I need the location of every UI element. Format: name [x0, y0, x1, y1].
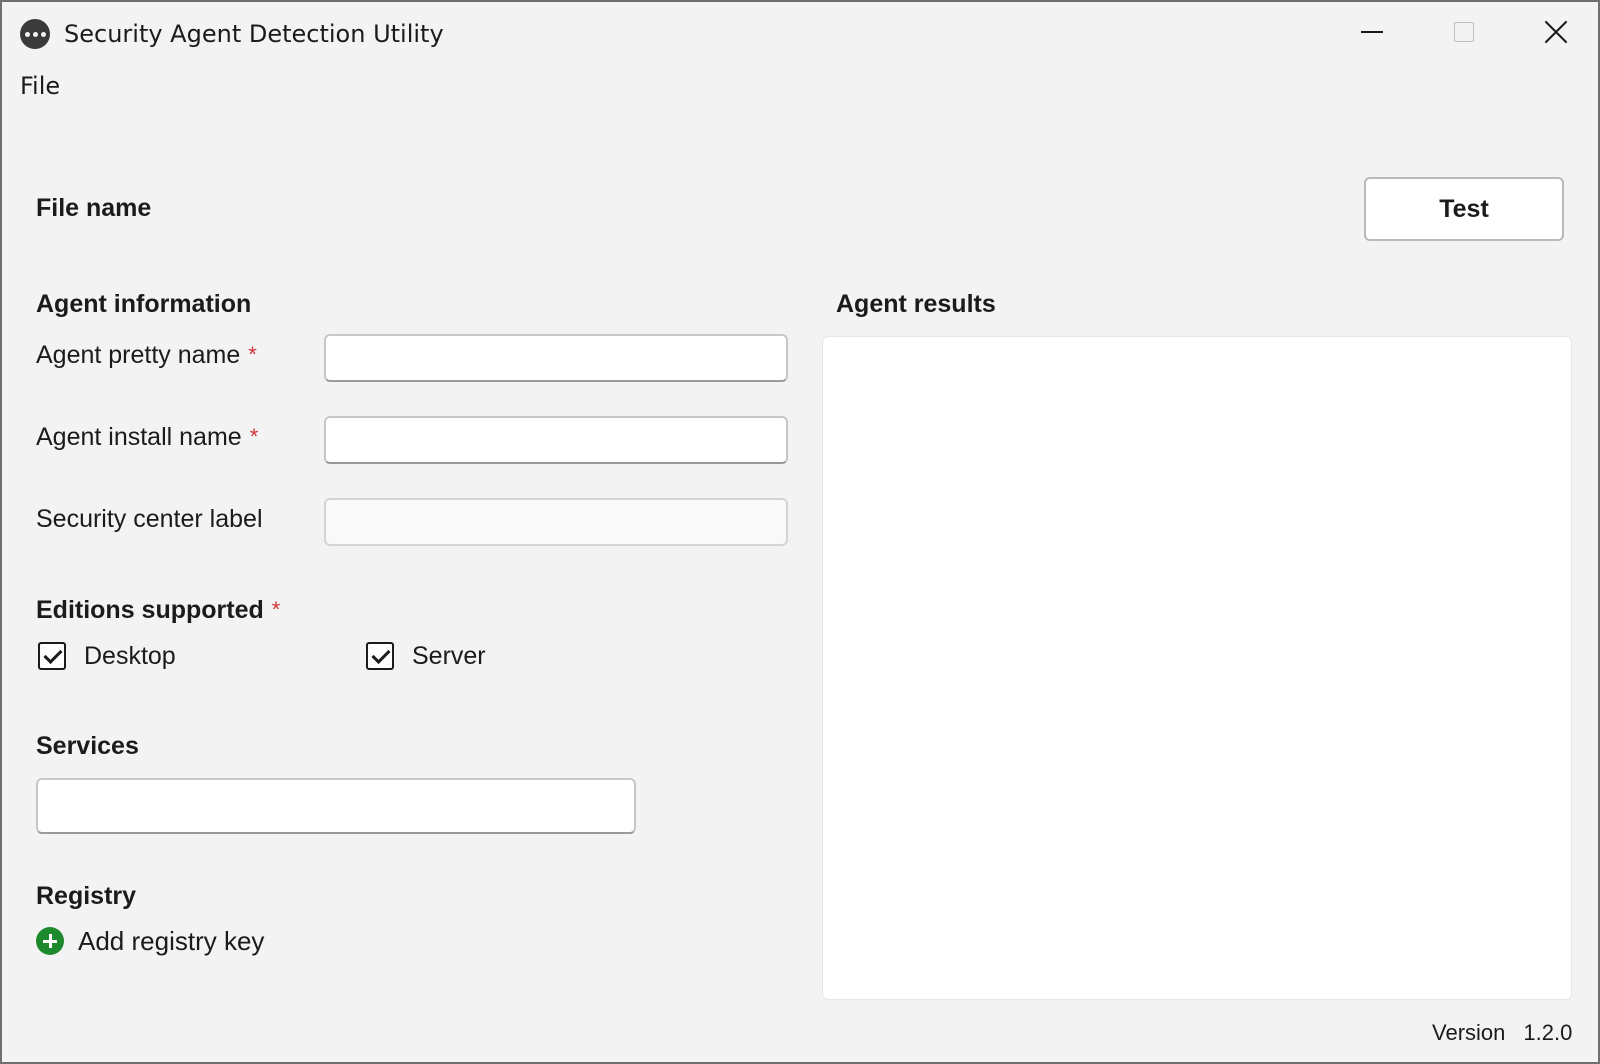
- editions-supported-heading: Editions supported *: [36, 594, 280, 626]
- menu-file[interactable]: File: [18, 70, 62, 102]
- services-input[interactable]: [36, 778, 636, 834]
- registry-heading: Registry: [36, 882, 137, 910]
- agent-information-heading: Agent information: [36, 290, 252, 318]
- server-checkbox[interactable]: [366, 642, 394, 670]
- security-center-input: [324, 498, 788, 546]
- app-icon: [20, 19, 50, 49]
- minimize-icon: [1361, 31, 1383, 33]
- desktop-checkbox[interactable]: [38, 642, 66, 670]
- desktop-checkbox-row[interactable]: Desktop: [38, 640, 176, 672]
- desktop-checkbox-label: Desktop: [84, 642, 176, 670]
- agent-pretty-name-label-text: Agent pretty name: [36, 341, 241, 369]
- agent-results-heading: Agent results: [836, 290, 996, 318]
- agent-install-name-label: Agent install name *: [36, 421, 258, 453]
- version-label: Version: [1432, 1020, 1506, 1045]
- maximize-button: [1418, 2, 1510, 62]
- agent-pretty-name-input[interactable]: [324, 334, 788, 382]
- add-registry-key-button[interactable]: Add registry key: [36, 925, 264, 957]
- minimize-button[interactable]: [1326, 2, 1418, 62]
- agent-pretty-name-label: Agent pretty name *: [36, 339, 257, 371]
- required-marker: *: [271, 597, 281, 622]
- version-info: Version 1.2.0: [1432, 1018, 1572, 1048]
- required-marker: *: [248, 342, 257, 367]
- plus-circle-icon: [36, 927, 64, 955]
- app-window: Security Agent Detection Utility File Fi…: [0, 0, 1600, 1064]
- add-registry-key-label: Add registry key: [78, 926, 265, 956]
- agent-install-name-label-text: Agent install name: [36, 423, 242, 451]
- server-checkbox-label: Server: [412, 642, 486, 670]
- maximize-icon: [1454, 22, 1474, 42]
- agent-install-name-input[interactable]: [324, 416, 788, 464]
- server-checkbox-row[interactable]: Server: [366, 640, 486, 672]
- window-title: Security Agent Detection Utility: [64, 20, 444, 48]
- close-icon: [1544, 20, 1568, 44]
- close-button[interactable]: [1510, 2, 1600, 62]
- services-heading: Services: [36, 732, 139, 760]
- agent-results-panel[interactable]: [822, 336, 1572, 1000]
- file-name-label: File name: [36, 194, 152, 222]
- required-marker: *: [249, 424, 259, 449]
- title-bar[interactable]: Security Agent Detection Utility: [2, 2, 1598, 62]
- test-button[interactable]: Test: [1364, 177, 1564, 241]
- version-value: 1.2.0: [1523, 1020, 1573, 1045]
- editions-supported-heading-text: Editions supported: [36, 596, 264, 624]
- security-center-label: Security center label: [36, 505, 263, 533]
